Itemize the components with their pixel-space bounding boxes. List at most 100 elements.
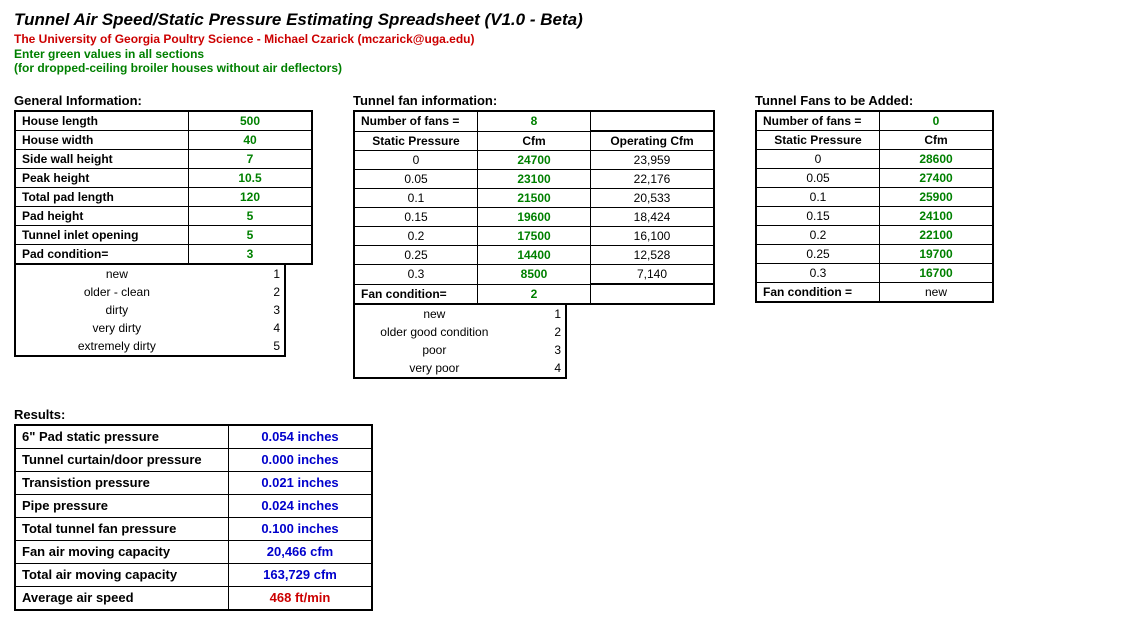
general-table: House length500 House width40 Side wall … [14,110,313,265]
general-label: Pad condition= [15,245,189,265]
general-label: Total pad length [15,188,189,207]
add-sp: 0.15 [756,207,880,226]
result-value: 0.000 inches [229,449,373,472]
fan-sp: 0.25 [354,246,478,265]
add-sp: 0.1 [756,188,880,207]
add-hdr-sp: Static Pressure [756,131,880,150]
fan-op: 22,176 [591,170,715,189]
fan-cond-input[interactable]: 2 [478,284,591,304]
add-sp: 0.05 [756,169,880,188]
add-sp: 0.2 [756,226,880,245]
add-sp: 0 [756,150,880,169]
fan-cfm-input[interactable]: 23100 [478,170,591,189]
fan-sp: 0.3 [354,265,478,285]
fan-heading: Tunnel fan information: [353,93,715,108]
add-cfm-input[interactable]: 27400 [880,169,994,188]
add-sp: 0.25 [756,245,880,264]
fan-hdr-cfm: Cfm [478,131,591,151]
general-input[interactable]: 500 [189,111,313,131]
add-fan-table: Number of fans = 0 Static Pressure Cfm 0… [755,110,994,303]
cond-num: 1 [514,305,566,323]
cond-label: poor [354,341,514,359]
add-cfm-input[interactable]: 16700 [880,264,994,283]
fan-op: 16,100 [591,227,715,246]
add-cfm-input[interactable]: 28600 [880,150,994,169]
result-value: 163,729 cfm [229,564,373,587]
general-input[interactable]: 7 [189,150,313,169]
fan-cfm-input[interactable]: 14400 [478,246,591,265]
cond-label: new [15,265,218,283]
cond-label: very dirty [15,319,218,337]
cond-num: 2 [514,323,566,341]
general-input[interactable]: 3 [189,245,313,265]
fan-condition-legend: new1 older good condition2 poor3 very po… [353,305,567,379]
add-fan-section: Tunnel Fans to be Added: Number of fans … [755,93,994,303]
result-label: Tunnel curtain/door pressure [15,449,229,472]
fan-hdr-op: Operating Cfm [591,131,715,151]
subtitle-instruction-2: (for dropped-ceiling broiler houses with… [14,61,1108,75]
add-cfm-input[interactable]: 25900 [880,188,994,207]
result-value: 0.024 inches [229,495,373,518]
result-label: Fan air moving capacity [15,541,229,564]
cond-label: extremely dirty [15,337,218,356]
general-label: Peak height [15,169,189,188]
add-cfm-input[interactable]: 24100 [880,207,994,226]
result-value: 0.021 inches [229,472,373,495]
result-label: Average air speed [15,587,229,611]
add-hdr-cfm: Cfm [880,131,994,150]
general-section: General Information: House length500 Hou… [14,93,313,357]
fan-hdr-sp: Static Pressure [354,131,478,151]
add-num-input[interactable]: 0 [880,111,994,131]
fan-sp: 0.1 [354,189,478,208]
cond-label: very poor [354,359,514,378]
fan-num-input[interactable]: 8 [478,111,591,131]
add-cfm-input[interactable]: 22100 [880,226,994,245]
cond-num: 5 [218,337,285,356]
pad-condition-legend: new1 older - clean2 dirty3 very dirty4 e… [14,265,286,357]
general-label: House width [15,131,189,150]
subtitle-instruction-1: Enter green values in all sections [14,47,1108,61]
add-cond-value: new [880,283,994,303]
results-heading: Results: [14,407,1108,422]
add-num-label: Number of fans = [756,111,880,131]
general-label: Side wall height [15,150,189,169]
fan-cfm-input[interactable]: 8500 [478,265,591,285]
general-input[interactable]: 120 [189,188,313,207]
result-value: 0.100 inches [229,518,373,541]
cond-label: dirty [15,301,218,319]
fan-op: 18,424 [591,208,715,227]
fan-num-label: Number of fans = [354,111,478,131]
general-input[interactable]: 40 [189,131,313,150]
result-label: Total tunnel fan pressure [15,518,229,541]
general-input[interactable]: 10.5 [189,169,313,188]
add-cond-label: Fan condition = [756,283,880,303]
result-label: Total air moving capacity [15,564,229,587]
cond-num: 4 [514,359,566,378]
general-input[interactable]: 5 [189,226,313,245]
fan-cfm-input[interactable]: 19600 [478,208,591,227]
fan-cfm-input[interactable]: 21500 [478,189,591,208]
cond-label: new [354,305,514,323]
cond-num: 3 [218,301,285,319]
cond-num: 4 [218,319,285,337]
fan-op: 23,959 [591,151,715,170]
general-label: House length [15,111,189,131]
cond-num: 2 [218,283,285,301]
cond-label: older - clean [15,283,218,301]
fan-op: 20,533 [591,189,715,208]
cond-label: older good condition [354,323,514,341]
fan-cfm-input[interactable]: 24700 [478,151,591,170]
result-value: 0.054 inches [229,425,373,449]
fan-info-section: Tunnel fan information: Number of fans =… [353,93,715,379]
results-section: Results: 6" Pad static pressure0.054 inc… [14,407,1108,611]
fan-cfm-input[interactable]: 17500 [478,227,591,246]
page-title: Tunnel Air Speed/Static Pressure Estimat… [14,10,1108,30]
add-cfm-input[interactable]: 19700 [880,245,994,264]
result-label: Pipe pressure [15,495,229,518]
fan-sp: 0 [354,151,478,170]
result-value: 468 ft/min [229,587,373,611]
general-label: Tunnel inlet opening [15,226,189,245]
fan-sp: 0.2 [354,227,478,246]
results-table: 6" Pad static pressure0.054 inches Tunne… [14,424,373,611]
general-input[interactable]: 5 [189,207,313,226]
